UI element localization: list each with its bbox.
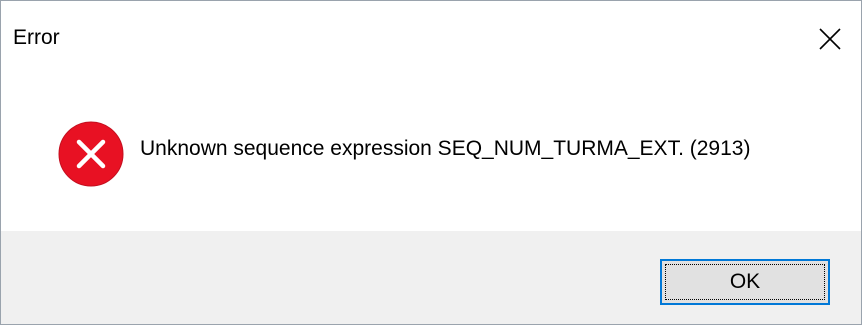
- message-area: Unknown sequence expression SEQ_NUM_TURM…: [1, 75, 861, 231]
- title-bar[interactable]: Error: [1, 1, 861, 75]
- window-title: Error: [13, 26, 60, 49]
- button-bar: OK: [1, 231, 861, 324]
- error-icon: [58, 121, 124, 187]
- error-message: Unknown sequence expression SEQ_NUM_TURM…: [140, 137, 751, 160]
- close-icon: [819, 28, 841, 50]
- ok-button-label: OK: [729, 270, 761, 293]
- ok-button[interactable]: OK: [660, 259, 830, 305]
- close-button[interactable]: [801, 1, 861, 75]
- error-dialog: Error Unknown sequence expression SEQ_NU…: [0, 0, 862, 325]
